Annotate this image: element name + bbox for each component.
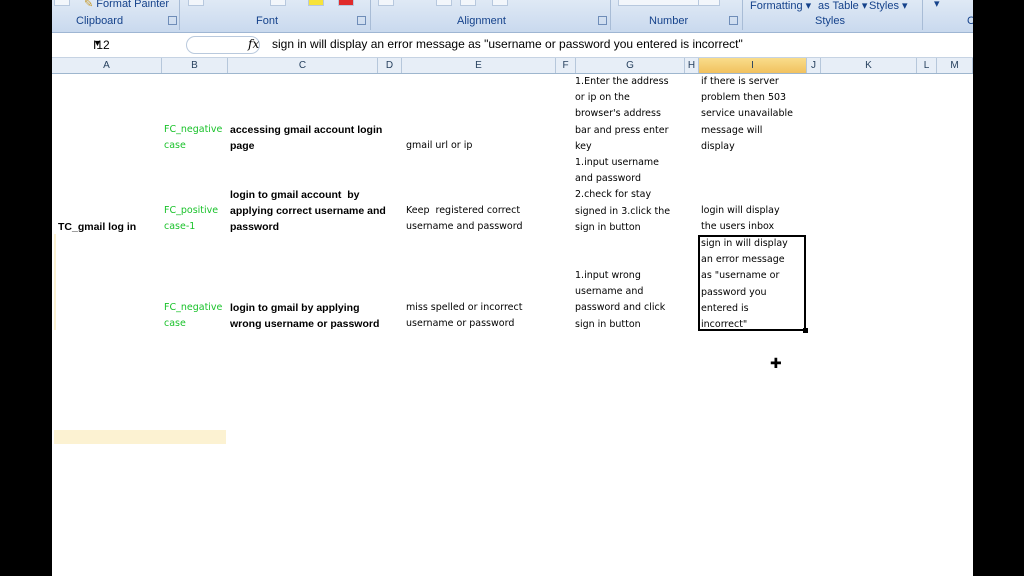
group-divider xyxy=(742,0,743,30)
column-header-k[interactable]: K xyxy=(821,58,917,73)
formula-bar: I12 ▼ fx sign in will display an error m… xyxy=(52,33,973,58)
cell-select-cursor-icon: ✚ xyxy=(770,355,782,371)
number-group-label: Number xyxy=(649,15,689,27)
alignment-launcher-icon[interactable] xyxy=(598,16,607,25)
cell-g-row3[interactable]: 1.input wrong username and password and … xyxy=(575,268,665,333)
cell-e-row2[interactable]: Keep registered correct username and pas… xyxy=(406,203,523,235)
column-header-m[interactable]: M xyxy=(937,58,973,73)
cell-c-row3[interactable]: login to gmail by applying wrong usernam… xyxy=(230,300,379,332)
alignment-group-label: Alignment xyxy=(457,15,506,27)
ribbon-control[interactable] xyxy=(460,0,476,6)
column-header-h[interactable]: H xyxy=(685,58,699,73)
ribbon-control[interactable] xyxy=(54,0,70,6)
chevron-down-icon[interactable]: ▼ xyxy=(93,38,102,48)
conditional-formatting-button[interactable]: Formatting ▾ xyxy=(750,0,811,12)
cell-b-row3[interactable]: FC_negative case xyxy=(164,300,222,332)
column-header-c[interactable]: C xyxy=(228,58,378,73)
ribbon-control[interactable] xyxy=(698,0,720,6)
active-cell-border xyxy=(698,235,808,333)
column-headers: A B C D E F G H I J K L M xyxy=(52,58,973,74)
format-as-table-button[interactable]: as Table ▾ xyxy=(818,0,867,12)
cell-a-row2[interactable]: TC_gmail log in xyxy=(58,219,136,235)
column-header-l[interactable]: L xyxy=(917,58,937,73)
format-painter-button[interactable]: ✎ Format Painter xyxy=(84,0,169,10)
cells-group-label: C xyxy=(967,15,973,27)
column-header-g[interactable]: G xyxy=(576,58,685,73)
formula-input[interactable]: sign in will display an error message as… xyxy=(272,37,743,51)
column-header-a[interactable]: A xyxy=(52,58,162,73)
cell-e-row3[interactable]: miss spelled or incorrect username or pa… xyxy=(406,300,522,332)
ribbon: ✎ Format Painter Clipboard Font Alignmen… xyxy=(52,0,973,33)
styles-group-label: Styles xyxy=(815,15,845,27)
ribbon-control[interactable] xyxy=(436,0,452,6)
number-format-dropdown[interactable] xyxy=(618,0,710,6)
column-header-i[interactable]: I xyxy=(699,58,807,73)
cell-c-row2[interactable]: login to gmail account by applying corre… xyxy=(230,187,386,236)
font-launcher-icon[interactable] xyxy=(357,16,366,25)
font-color-button[interactable] xyxy=(338,0,354,6)
column-header-j[interactable]: J xyxy=(807,58,821,73)
number-launcher-icon[interactable] xyxy=(729,16,738,25)
row-highlight xyxy=(54,430,226,444)
cell-i-row1[interactable]: if there is server problem then 503 serv… xyxy=(701,74,793,155)
brush-icon: ✎ xyxy=(84,0,94,10)
cell-g-row1[interactable]: 1.Enter the address or ip on the browser… xyxy=(575,74,669,155)
group-divider xyxy=(370,0,371,30)
insert-dropdown-icon[interactable]: ▾ xyxy=(934,0,940,10)
clipboard-launcher-icon[interactable] xyxy=(168,16,177,25)
fill-handle[interactable] xyxy=(803,328,808,333)
ribbon-control[interactable] xyxy=(378,0,394,6)
group-divider xyxy=(179,0,180,30)
clipboard-group-label: Clipboard xyxy=(76,15,124,27)
column-header-f[interactable]: F xyxy=(556,58,576,73)
ribbon-control[interactable] xyxy=(188,0,204,6)
column-header-e[interactable]: E xyxy=(402,58,556,73)
format-painter-label: Format Painter xyxy=(96,0,170,10)
fill-color-button[interactable] xyxy=(308,0,324,6)
font-group-label: Font xyxy=(256,15,279,27)
insert-function-icon[interactable]: fx xyxy=(248,37,259,51)
excel-window: ✎ Format Painter Clipboard Font Alignmen… xyxy=(52,0,973,576)
row-highlight xyxy=(54,234,56,330)
cell-e-row1[interactable]: gmail url or ip xyxy=(406,138,472,154)
cell-b-row1[interactable]: FC_negative case xyxy=(164,122,222,154)
name-box[interactable]: I12 ▼ xyxy=(55,35,181,54)
column-header-b[interactable]: B xyxy=(162,58,228,73)
group-divider xyxy=(610,0,611,30)
group-divider xyxy=(922,0,923,30)
cell-styles-button[interactable]: Styles ▾ xyxy=(869,0,908,12)
cell-c-row1[interactable]: accessing gmail account login page xyxy=(230,122,382,154)
ribbon-control[interactable] xyxy=(270,0,286,6)
cell-b-row2[interactable]: FC_positive case-1 xyxy=(164,203,218,235)
cell-i-row2[interactable]: login will display the users inbox xyxy=(701,203,780,235)
ribbon-control[interactable] xyxy=(492,0,508,6)
column-header-d[interactable]: D xyxy=(378,58,402,73)
cell-g-row2[interactable]: 1.input username and password 2.check fo… xyxy=(575,155,670,236)
